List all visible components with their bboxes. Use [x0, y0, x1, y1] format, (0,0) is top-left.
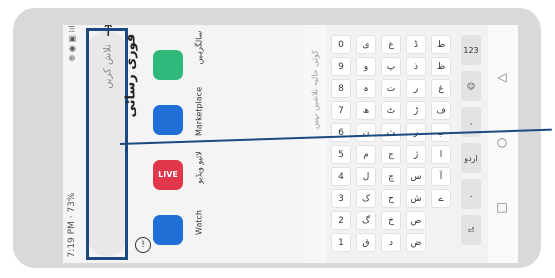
app-label-live: لائیو ویڈیو: [194, 151, 204, 184]
key-row4-3[interactable]: ف: [431, 101, 451, 120]
key-row3-0[interactable]: ڈ: [406, 35, 426, 54]
status-time: 7:19 PM · 73%: [67, 192, 77, 258]
key-row3-1[interactable]: ذ: [406, 57, 426, 76]
key-row4-6[interactable]: آ: [431, 167, 451, 186]
key-row3-7[interactable]: ش: [406, 189, 426, 208]
key-row1-9[interactable]: ق: [356, 233, 376, 252]
key-row2-8[interactable]: خ: [381, 211, 401, 230]
key-row3-5[interactable]: ژ: [406, 145, 426, 164]
app-label-watch: Watch: [194, 210, 204, 235]
key-row2-4[interactable]: ث: [381, 123, 401, 142]
key-row2-1[interactable]: پ: [381, 57, 401, 76]
key-row2-5[interactable]: ج: [381, 145, 401, 164]
key-row1-1[interactable]: و: [356, 57, 376, 76]
key-row1-2[interactable]: ہ: [356, 79, 376, 98]
key-row1-3[interactable]: ھ: [356, 101, 376, 120]
key-row3-3[interactable]: ڑ: [406, 101, 426, 120]
key-bottom-3[interactable]: اردو: [461, 143, 481, 173]
key-row1-6[interactable]: ل: [356, 167, 376, 186]
key-numbers-6[interactable]: 4: [331, 167, 351, 186]
key-numbers-7[interactable]: 3: [331, 189, 351, 208]
key-numbers-5[interactable]: 5: [331, 145, 351, 164]
key-numbers-2[interactable]: 8: [331, 79, 351, 98]
key-row1-7[interactable]: ک: [356, 189, 376, 208]
nav-bar: ◁ ○ □: [488, 25, 518, 263]
key-row3-2[interactable]: ر: [406, 79, 426, 98]
key-numbers-9[interactable]: 1: [331, 233, 351, 252]
key-row1-5[interactable]: م: [356, 145, 376, 164]
key-row3-6[interactable]: س: [406, 167, 426, 186]
status-bar: 7:19 PM · 73% ⊕ ◉ ▣ ⁞ıl: [63, 25, 81, 263]
section-title: فوری رسائی: [123, 33, 139, 118]
key-row1-0[interactable]: ی: [356, 35, 376, 54]
suggestion-text: کوئی حالیہ تلاشیں نہیں: [310, 50, 320, 130]
app-label-birthdays: سالگرہیں: [194, 30, 204, 65]
key-numbers-8[interactable]: 2: [331, 211, 351, 230]
key-numbers-3[interactable]: 7: [331, 101, 351, 120]
home-nav-icon[interactable]: ○: [495, 135, 509, 149]
app-label-marketplace: Marketplace: [194, 86, 204, 137]
key-row4-5[interactable]: ا: [431, 145, 451, 164]
key-bottom-4[interactable]: ۔: [461, 179, 481, 209]
key-row4-7[interactable]: ے: [431, 189, 451, 208]
recent-nav-icon[interactable]: □: [495, 200, 509, 214]
marketplace-icon[interactable]: [153, 105, 183, 135]
key-row2-0[interactable]: ع: [381, 35, 401, 54]
status-icons: ⊕ ◉ ▣ ⁞ıl: [67, 25, 77, 62]
suggestion-strip: کوئی حالیہ تلاشیں نہیں: [303, 25, 327, 263]
key-row2-7[interactable]: ح: [381, 189, 401, 208]
key-row2-6[interactable]: چ: [381, 167, 401, 186]
key-numbers-0[interactable]: 0: [331, 35, 351, 54]
key-bottom-0[interactable]: 123: [461, 35, 481, 65]
key-row4-1[interactable]: ظ: [431, 57, 451, 76]
key-row1-8[interactable]: گ: [356, 211, 376, 230]
key-row2-3[interactable]: ٹ: [381, 101, 401, 120]
key-row3-9[interactable]: ض: [406, 233, 426, 252]
key-row1-4[interactable]: ن: [356, 123, 376, 142]
key-numbers-4[interactable]: 6: [331, 123, 351, 142]
info-icon[interactable]: !: [135, 237, 151, 253]
key-row4-0[interactable]: ط: [431, 35, 451, 54]
key-row2-2[interactable]: ت: [381, 79, 401, 98]
live-video-icon[interactable]: LIVE: [153, 160, 183, 190]
back-nav-icon[interactable]: ◁: [495, 70, 509, 84]
key-bottom-1[interactable]: ☺: [461, 71, 481, 101]
keyboard: کوئی حالیہ تلاشیں نہیں 0 9 8 7 6 5 4 3 2 1 یوہھنمل…: [303, 25, 518, 263]
watch-icon[interactable]: [153, 215, 183, 245]
key-row2-9[interactable]: د: [381, 233, 401, 252]
key-numbers-1[interactable]: 9: [331, 57, 351, 76]
key-bottom-5[interactable]: ⏎: [461, 215, 481, 245]
birthdays-icon[interactable]: [153, 50, 183, 80]
key-row4-2[interactable]: غ: [431, 79, 451, 98]
key-row3-8[interactable]: ص: [406, 211, 426, 230]
